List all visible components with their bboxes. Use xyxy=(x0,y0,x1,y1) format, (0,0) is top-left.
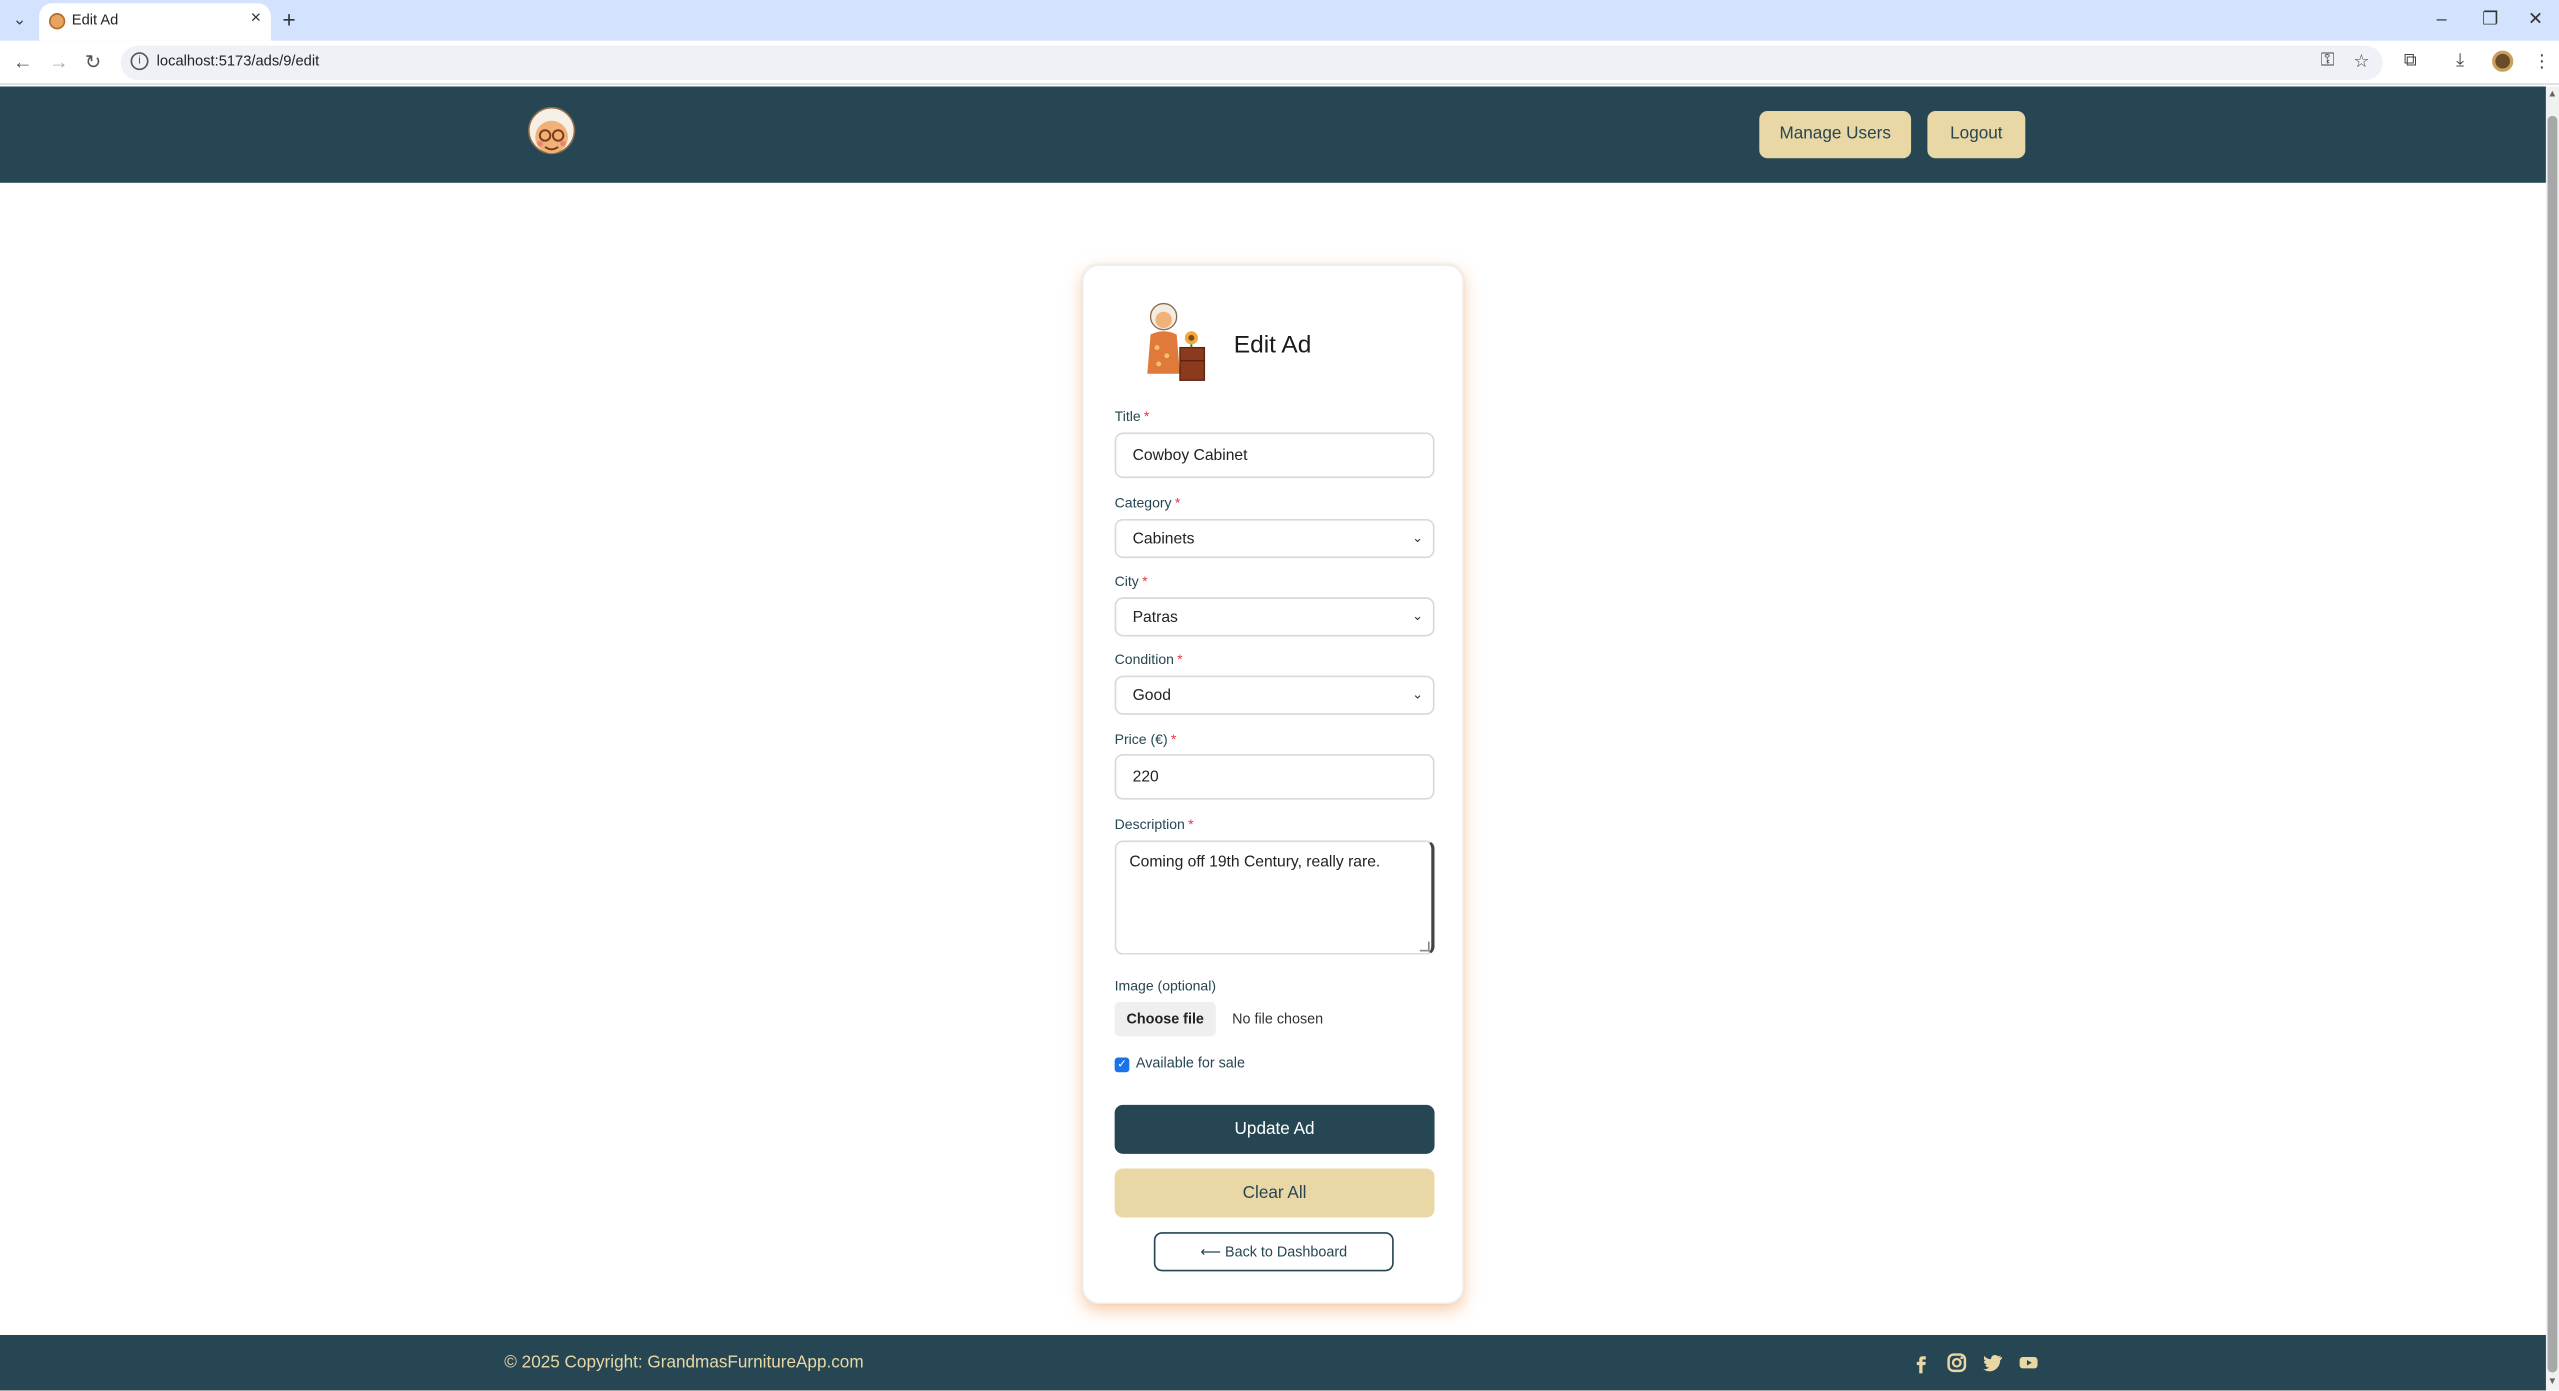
back-icon[interactable]: ← xyxy=(13,49,33,75)
facebook-icon[interactable] xyxy=(1909,1351,1932,1374)
title-label: Title * xyxy=(1114,408,1150,425)
window-close-icon[interactable]: ✕ xyxy=(2528,7,2543,33)
clear-all-button[interactable]: Clear All xyxy=(1114,1168,1435,1218)
chevron-down-icon: ⌄ xyxy=(1412,530,1424,546)
scrollbar-thumb[interactable] xyxy=(2547,115,2558,1373)
tab-title: Edit Ad xyxy=(71,11,119,28)
edit-ad-card: Edit Ad Title * Cowboy Cabinet Category * … xyxy=(1082,264,1464,1304)
logout-button[interactable]: Logout xyxy=(1927,110,2026,159)
scroll-up-icon[interactable]: ▲ xyxy=(2548,90,2558,100)
grandma-logo[interactable] xyxy=(526,106,578,161)
forward-icon[interactable]: → xyxy=(49,49,69,75)
close-icon[interactable]: × xyxy=(251,8,262,28)
url-text[interactable]: localhost:5173/ads/9/edit xyxy=(157,52,320,68)
restore-icon[interactable]: ❐ xyxy=(2482,7,2498,33)
reload-icon[interactable]: ↻ xyxy=(85,49,101,75)
description-label: Description * xyxy=(1114,816,1194,833)
bookmark-star-icon[interactable]: ☆ xyxy=(2353,51,2369,72)
app-header: Manage Users Logout xyxy=(0,86,2546,183)
new-tab-icon[interactable]: + xyxy=(282,7,295,33)
resize-handle[interactable] xyxy=(1419,941,1430,952)
chevron-down-icon: ⌄ xyxy=(1412,608,1424,624)
browser-tab[interactable]: Edit Ad × xyxy=(39,3,271,41)
price-label: Price (€) * xyxy=(1114,731,1177,748)
password-key-icon[interactable]: ⚿ xyxy=(2321,51,2335,72)
condition-label: Condition * xyxy=(1114,651,1183,668)
scroll-down-icon[interactable]: ▼ xyxy=(2548,1377,2558,1387)
extensions-icon[interactable]: ⧉ xyxy=(2404,51,2417,72)
title-input[interactable]: Cowboy Cabinet xyxy=(1114,432,1435,479)
twitter-icon[interactable] xyxy=(1981,1351,2004,1374)
tab-favicon xyxy=(48,13,66,30)
page-title: Edit Ad xyxy=(1233,331,1312,360)
city-select[interactable]: Patras ⌄ xyxy=(1114,597,1435,637)
category-select[interactable]: Cabinets ⌄ xyxy=(1114,518,1435,559)
tab-search-icon[interactable]: ⌄ xyxy=(7,8,33,34)
city-label: City * xyxy=(1114,572,1148,590)
manage-users-button[interactable]: Manage Users xyxy=(1759,110,1912,159)
minimize-icon[interactable]: – xyxy=(2437,7,2447,33)
address-bar[interactable]: i localhost:5173/ads/9/edit ⚿ ☆ xyxy=(120,45,2383,80)
instagram-icon[interactable] xyxy=(1945,1351,1968,1374)
copyright-text: © 2025 Copyright: GrandmasFurnitureApp.c… xyxy=(504,1352,864,1373)
file-status-text: No file chosen xyxy=(1232,1010,1324,1027)
download-icon[interactable]: ⤓ xyxy=(2456,51,2464,72)
condition-select[interactable]: Good ⌄ xyxy=(1114,675,1435,715)
image-label: Image (optional) xyxy=(1114,977,1217,994)
price-input[interactable]: 220 xyxy=(1114,753,1435,800)
browser-toolbar: ← → ↻ i localhost:5173/ads/9/edit ⚿ ☆ ⧉ … xyxy=(0,40,2559,85)
site-info-icon[interactable]: i xyxy=(130,52,149,71)
app-footer: © 2025 Copyright: GrandmasFurnitureApp.c… xyxy=(0,1334,2546,1391)
more-menu-icon[interactable]: ⋮ xyxy=(2533,51,2551,72)
update-ad-button[interactable]: Update Ad xyxy=(1114,1104,1435,1154)
page-scrollbar[interactable]: ▲ ▼ xyxy=(2545,86,2559,1391)
available-checkbox[interactable]: ✓ xyxy=(1114,1057,1130,1073)
grandma-furniture-illustration xyxy=(1147,302,1206,381)
profile-avatar[interactable] xyxy=(2492,50,2514,72)
chevron-down-icon: ⌄ xyxy=(1412,687,1424,702)
choose-file-button[interactable]: Choose file xyxy=(1114,1002,1216,1037)
browser-tab-strip: ⌄ Edit Ad × + – ❐ ✕ xyxy=(0,0,2559,41)
youtube-icon[interactable] xyxy=(2017,1351,2040,1374)
back-to-dashboard-button[interactable]: ⟵ Back to Dashboard xyxy=(1153,1232,1394,1272)
available-label[interactable]: Available for sale xyxy=(1136,1054,1245,1070)
description-textarea[interactable]: Coming off 19th Century, really rare. xyxy=(1114,840,1435,955)
category-label: Category * xyxy=(1114,494,1181,511)
